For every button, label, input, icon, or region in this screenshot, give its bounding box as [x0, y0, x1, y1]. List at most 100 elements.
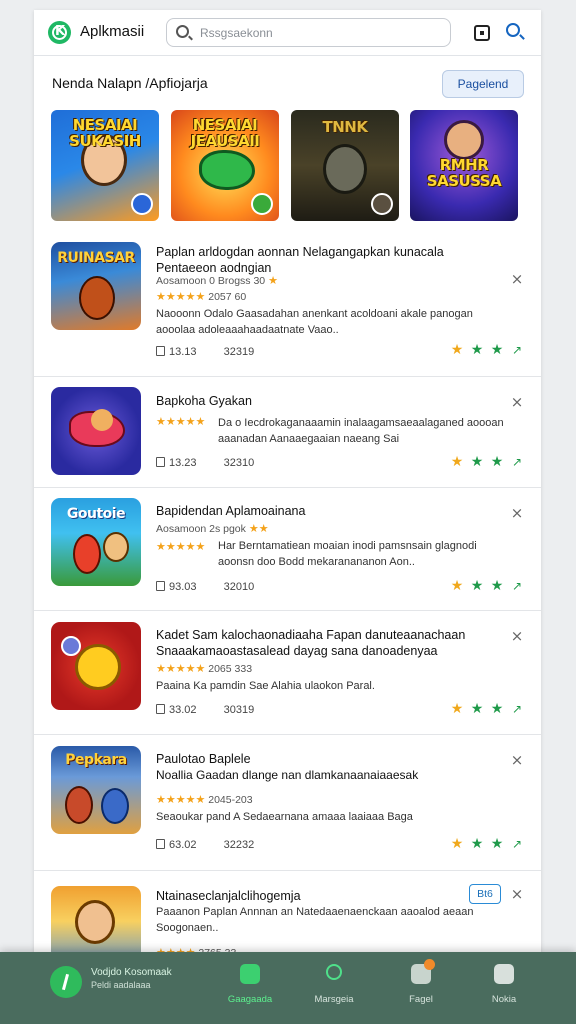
item-actions: ★ ★ ★ ↗	[447, 454, 527, 470]
tab-search[interactable]: Marsgeia	[304, 964, 364, 1005]
character-image	[323, 144, 367, 194]
rating-text: 2065 333	[208, 663, 253, 675]
thumbnail-title: Pepkara	[65, 752, 127, 768]
stat-value: 13.13	[169, 346, 197, 358]
user-subtitle: Peldi aadalaaa	[91, 980, 151, 990]
coin-icon	[61, 636, 81, 656]
close-icon[interactable]: ×	[510, 272, 524, 287]
favorite-icon[interactable]: ★	[467, 701, 487, 717]
thumbnail-title: RUINASAR	[57, 250, 135, 266]
banner-card[interactable]: NESAIAI SUKASIH	[51, 110, 159, 221]
list-item[interactable]: Goutoie Bapidendan Aplamoainana Aosamoon…	[34, 488, 541, 611]
bookmark-icon[interactable]: ★	[487, 701, 507, 717]
stat-value: 32319	[223, 346, 255, 358]
stat-value: 30319	[223, 704, 255, 716]
app-thumbnail[interactable]: Goutoie	[51, 498, 141, 586]
copy-icon	[156, 581, 165, 591]
item-badge[interactable]: Bt6	[469, 884, 501, 904]
tab-bag[interactable]: Fagel	[391, 959, 451, 1005]
app-thumbnail[interactable]: RUINASAR	[51, 242, 141, 330]
item-description: Paaanon Paplan Annnan an Natedaaenaencka…	[156, 906, 474, 934]
rating-stars: ★★★★★	[156, 793, 206, 806]
tab-label: Marsgeia	[314, 994, 354, 1005]
bookmark-icon[interactable]: ★	[487, 578, 507, 594]
banner-badge-icon	[371, 193, 393, 215]
character-image	[75, 900, 115, 944]
list-icon	[494, 964, 514, 984]
stat-value: 32010	[223, 581, 255, 593]
close-icon[interactable]: ×	[510, 753, 524, 768]
item-description: Naooonn Odalo Gaasadahan anenkant acoldo…	[156, 308, 473, 336]
character-image	[103, 532, 129, 562]
star-action-icon[interactable]: ★	[447, 454, 467, 470]
square-menu-icon[interactable]	[474, 25, 490, 41]
avatar[interactable]	[50, 966, 82, 998]
star-action-icon[interactable]: ★	[447, 836, 467, 852]
share-icon[interactable]: ↗	[507, 455, 527, 469]
character-face	[91, 409, 113, 431]
rating-stars: ★★	[248, 522, 269, 535]
stat-value: 93.03	[169, 581, 197, 593]
user-name: Vodjdo Kosomaak	[91, 967, 172, 978]
item-description: Seaoukar pand A Sedaearnana amaaa laaiaa…	[156, 811, 413, 823]
rating-stars: ★★★★★	[156, 290, 206, 303]
close-icon[interactable]: ×	[510, 629, 524, 644]
tab-label: Gaagaada	[227, 994, 273, 1005]
close-icon[interactable]: ×	[510, 887, 524, 902]
star-action-icon[interactable]: ★	[447, 578, 467, 594]
search-box[interactable]	[166, 18, 451, 47]
character-image	[101, 788, 129, 824]
list-item[interactable]: RUINASAR Paplan arldogdan aonnan Nelagan…	[34, 224, 541, 377]
search-button-icon[interactable]	[506, 23, 520, 37]
app-thumbnail[interactable]	[51, 387, 141, 475]
app-logo-icon[interactable]: K	[48, 21, 71, 44]
banner-card[interactable]: RMHR SASUSSA	[410, 110, 518, 221]
item-actions: ★ ★ ★ ↗	[447, 578, 527, 594]
banner-row: NESAIAI SUKASIH NESAIAI JEAUSAII TNNK RM…	[51, 110, 526, 222]
bookmark-icon[interactable]: ★	[487, 454, 507, 470]
bag-icon	[411, 959, 435, 984]
tab-home[interactable]: Gaagaada	[220, 964, 280, 1005]
share-icon[interactable]: ↗	[507, 343, 527, 357]
banner-title: TNNK	[322, 118, 368, 136]
copy-icon	[156, 346, 165, 356]
section-title: Nenda Nalapn /Apfiojarja	[52, 75, 208, 91]
favorite-icon[interactable]: ★	[467, 454, 487, 470]
favorite-icon[interactable]: ★	[467, 578, 487, 594]
close-icon[interactable]: ×	[510, 506, 524, 521]
favorite-icon[interactable]: ★	[467, 836, 487, 852]
tab-label: Fagel	[409, 994, 433, 1005]
share-icon[interactable]: ↗	[507, 837, 527, 851]
item-stats: 13.13 32319	[156, 346, 254, 358]
item-rating-row: ★★★★★ 2057 60	[156, 290, 486, 304]
item-title: Bapkoha Gyakan	[156, 394, 252, 408]
list-item[interactable]: Pepkara Paulotao Baplele Noallia Gaadan …	[34, 735, 541, 871]
banner-card[interactable]: TNNK	[291, 110, 399, 221]
bookmark-icon[interactable]: ★	[487, 836, 507, 852]
section-action-button[interactable]: Pagelend	[442, 70, 524, 98]
favorite-icon[interactable]: ★	[467, 342, 487, 358]
bottom-navigation: Vodjdo Kosomaak Peldi aadalaaa Gaagaada …	[0, 952, 576, 1024]
list-item[interactable]: Bapkoha Gyakan ★★★★★ Da o Iecdrokaganaaa…	[34, 377, 541, 488]
stat-value: 32232	[223, 839, 255, 851]
item-meta: Aosamoon 2s pgok ★★	[156, 522, 486, 536]
top-bar: K Aplkmasii	[34, 10, 541, 56]
copy-icon	[156, 839, 165, 849]
rating-stars: ★	[268, 274, 278, 287]
star-action-icon[interactable]: ★	[447, 701, 467, 717]
search-input[interactable]	[200, 24, 440, 42]
bookmark-icon[interactable]: ★	[487, 342, 507, 358]
app-thumbnail[interactable]	[51, 622, 141, 710]
banner-card[interactable]: NESAIAI JEAUSAII	[171, 110, 279, 221]
app-thumbnail[interactable]: Pepkara	[51, 746, 141, 834]
item-title: Paulotao Baplele	[156, 752, 251, 766]
share-icon[interactable]: ↗	[507, 579, 527, 593]
tab-list[interactable]: Nokia	[474, 964, 534, 1005]
close-icon[interactable]: ×	[510, 395, 524, 410]
item-title: Ntainaseclanjalclihogemja	[156, 889, 301, 903]
character-image	[444, 120, 484, 160]
list-item[interactable]: Kadet Sam kalochaonadiaaha Fapan danutea…	[34, 611, 541, 735]
star-action-icon[interactable]: ★	[447, 342, 467, 358]
item-rating-row: ★★★★★	[156, 540, 486, 554]
share-icon[interactable]: ↗	[507, 702, 527, 716]
